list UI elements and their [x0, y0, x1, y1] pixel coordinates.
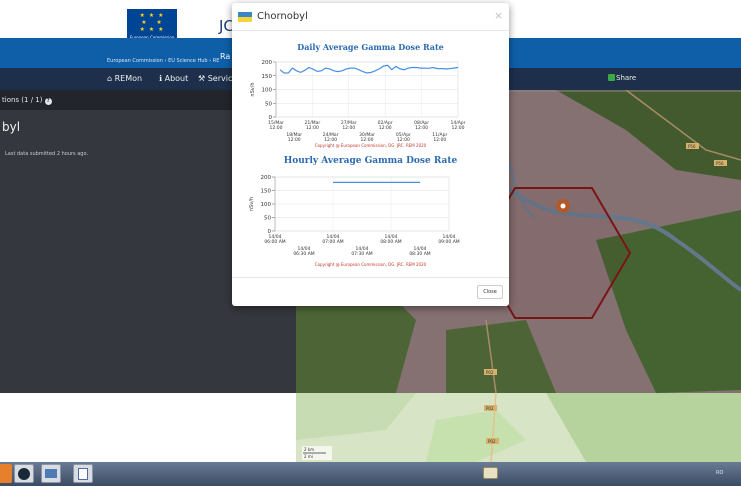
modal-title: Chornobyl — [257, 11, 308, 22]
x-tick-label: 06:00 AM — [264, 239, 285, 245]
station-marker-icon[interactable] — [556, 199, 570, 213]
daily-chart-copyright: Copyright @ European Commission, DG. JRC… — [314, 143, 427, 148]
info-icon: ℹ — [159, 74, 163, 83]
y-tick-label: 100 — [261, 202, 272, 208]
road-label-text: P02 — [486, 406, 494, 411]
tools-icon: ⚒ — [198, 74, 206, 83]
x-tick-label: 09:00 AM — [438, 239, 459, 245]
eu-stars-icon: ★ ★ ★ ★ ★ ★ ★ ★ — [139, 12, 165, 33]
x-tick-label: 12:00 — [379, 125, 392, 131]
hourly-chart[interactable]: 200150100500nSv/h14/0406:00 AM14/0407:00… — [232, 171, 509, 261]
modal-footer-divider — [232, 277, 509, 278]
nav-item-about[interactable]: ℹ About — [159, 74, 188, 83]
y-tick-label: 200 — [262, 60, 273, 66]
road-label-text: P56 — [716, 161, 724, 166]
modal-header: Chornobyl × — [232, 3, 509, 31]
x-tick-label: 08:30 AM — [409, 251, 430, 257]
x-tick-label: 12:00 — [324, 137, 337, 142]
y-tick-label: 50 — [264, 216, 271, 222]
tray-language[interactable]: RO — [716, 470, 723, 476]
y-tick-label: 150 — [261, 189, 272, 195]
home-icon: ⌂ — [107, 74, 113, 83]
x-tick-label: 07:30 AM — [351, 251, 372, 257]
share-icon — [608, 74, 615, 81]
daily-chart[interactable]: 200150100500nSv/h15/Mar12:0021/Mar12:002… — [232, 56, 509, 142]
steam-icon[interactable] — [14, 464, 34, 483]
daily-chart-title: Daily Average Gamma Dose Rate — [297, 42, 444, 52]
x-tick-label: 08:00 AM — [380, 239, 401, 245]
x-tick-label: 12:00 — [415, 125, 428, 131]
x-tick-label: 07:00 AM — [322, 239, 343, 245]
station-title: byl — [2, 120, 21, 134]
tray-app-icon[interactable] — [483, 467, 498, 479]
x-tick-label: 06:30 AM — [293, 251, 314, 257]
close-icon[interactable]: × — [494, 9, 503, 22]
svg-text:2 mi: 2 mi — [304, 454, 313, 459]
site-title-small: Ra — [220, 52, 231, 61]
y-tick-label: 50 — [265, 101, 272, 107]
x-tick-label: 12:00 — [452, 125, 465, 131]
x-tick-label: 12:00 — [433, 137, 446, 142]
road-label-text: P56 — [688, 144, 696, 149]
nav-item-label: REMon — [114, 74, 143, 83]
y-axis-label: nSv/h — [249, 197, 255, 211]
document-app-icon[interactable] — [73, 464, 93, 483]
x-tick-label: 12:00 — [288, 137, 301, 142]
hourly-chart-copyright: Copyright @ European Commission, DG. JRC… — [314, 262, 427, 267]
road-label-text: P02 — [488, 439, 496, 444]
taskbar: RO — [0, 462, 741, 486]
help-icon[interactable]: ? — [44, 98, 52, 105]
nav-item-label: About — [164, 74, 189, 83]
y-axis-label: nSv/h — [250, 82, 256, 96]
start-icon[interactable] — [0, 464, 12, 483]
x-tick-label: 12:00 — [361, 137, 374, 142]
y-tick-label: 100 — [262, 88, 273, 94]
close-button[interactable]: Close — [477, 285, 503, 299]
panel-blank-area — [0, 393, 296, 462]
nav-item-remon[interactable]: ⌂ REMon — [107, 74, 142, 83]
road-label-text: P02 — [486, 370, 494, 375]
window-app-icon[interactable] — [41, 464, 61, 483]
y-tick-label: 200 — [261, 175, 272, 181]
x-tick-label: 12:00 — [397, 137, 410, 142]
hourly-chart-title: Hourly Average Gamma Dose Rate — [283, 156, 458, 166]
y-tick-label: 150 — [262, 74, 273, 80]
map-scale: 2 km 2 mi — [302, 446, 332, 460]
chart-modal: Chornobyl × Daily Average Gamma Dose Rat… — [232, 3, 509, 306]
stations-count: tions (1 / 1) — [2, 96, 43, 104]
last-submitted-note: Last data submitted 2 hours ago. — [5, 151, 89, 157]
share-button[interactable]: Share — [608, 74, 636, 82]
breadcrumb[interactable]: European Commission › EU Science Hub › R… — [107, 58, 219, 64]
x-tick-label: 12:00 — [342, 125, 355, 131]
svg-text:2 km: 2 km — [304, 447, 314, 452]
x-tick-label: 12:00 — [270, 125, 283, 131]
ukraine-flag-icon — [238, 12, 252, 22]
x-tick-label: 12:00 — [306, 125, 319, 131]
share-label: Share — [616, 74, 637, 82]
